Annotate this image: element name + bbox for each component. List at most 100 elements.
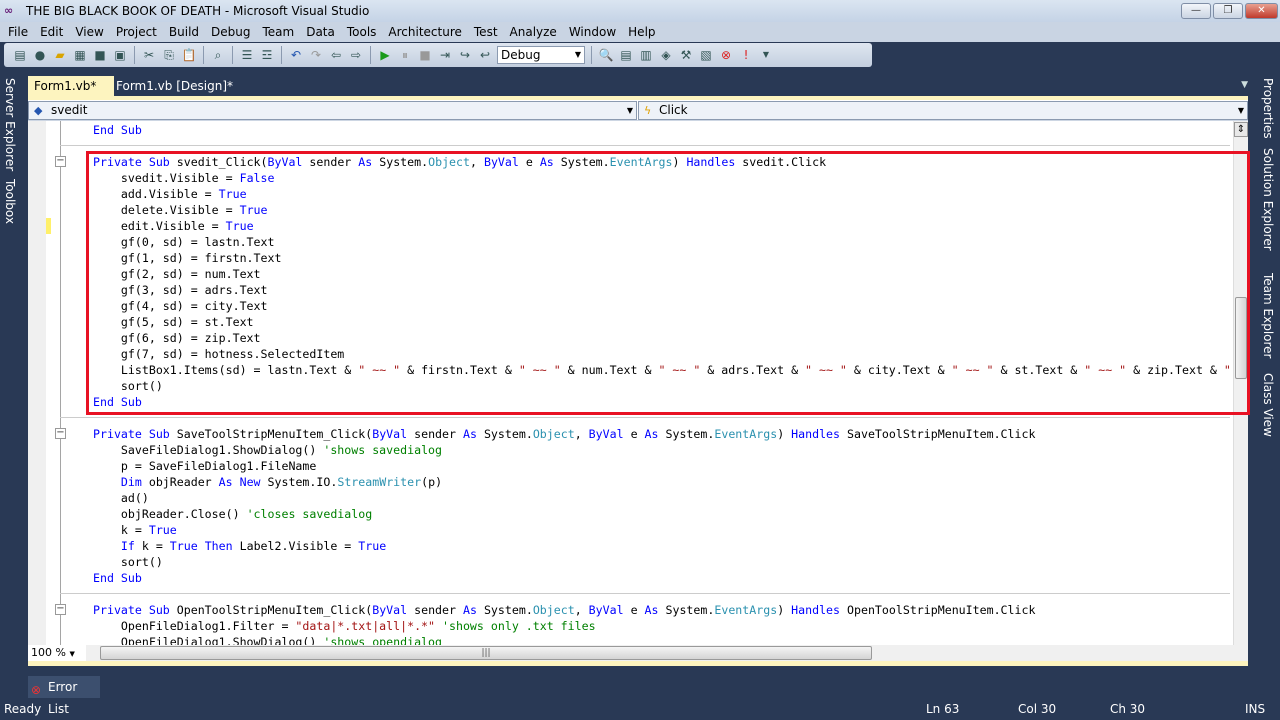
method-name-dropdown[interactable]: ϟ Click ▼ [638, 101, 1248, 120]
separator [203, 46, 204, 64]
menu-analyze[interactable]: Analyze [504, 22, 563, 42]
team-explorer-tab[interactable]: Team Explorer [1258, 269, 1278, 369]
paste-icon[interactable]: 📋 [181, 47, 197, 63]
menu-team[interactable]: Team [256, 22, 300, 42]
menu-edit[interactable]: Edit [34, 22, 69, 42]
method-name-value: Click [659, 103, 688, 117]
tab-form1-code[interactable]: Form1.vb* × [28, 76, 114, 113]
find-icon[interactable]: ⌕ [210, 47, 226, 63]
object-browser-icon[interactable]: ▥ [638, 47, 654, 63]
close-button[interactable]: ✕ [1245, 3, 1278, 19]
step-over-icon[interactable]: ↪ [457, 47, 473, 63]
class-name-value: svedit [51, 103, 88, 117]
horizontal-scroll-thumb[interactable]: ||| [100, 646, 872, 660]
menu-test[interactable]: Test [468, 22, 504, 42]
find-in-files-icon[interactable]: 🔍 [598, 47, 614, 63]
error-list-icon[interactable]: ⊗ [718, 47, 734, 63]
copy-icon[interactable]: ⎘ [161, 47, 177, 63]
code-token: StreamWriter [337, 475, 422, 489]
menu-architecture[interactable]: Architecture [382, 22, 467, 42]
editor-bottom-border [28, 661, 1248, 666]
menu-window[interactable]: Window [563, 22, 622, 42]
new-project-icon[interactable]: ▤ [12, 47, 28, 63]
tab-label: Form1.vb [Design]* [116, 79, 234, 93]
menu-file[interactable]: File [2, 22, 34, 42]
open-file-icon[interactable]: ▰ [52, 47, 68, 63]
toolbox-icon[interactable]: ⚒ [678, 47, 694, 63]
comment-icon[interactable]: ☰ [239, 47, 255, 63]
code-token: If [120, 539, 142, 553]
code-token: sort() [93, 555, 163, 569]
navigate-backward-icon[interactable]: ⇦ [328, 47, 344, 63]
step-out-icon[interactable]: ↩ [477, 47, 493, 63]
code-token: True Then [169, 539, 240, 553]
solution-explorer-tab[interactable]: Solution Explorer [1258, 144, 1278, 269]
horizontal-scrollbar[interactable]: 100 % ▼ ||| [28, 645, 1248, 661]
pause-icon[interactable]: ⏸ [397, 47, 413, 63]
left-dock: Server Explorer Toolbox [0, 74, 22, 254]
zoom-dropdown[interactable]: 100 % ▼ [28, 645, 86, 661]
toolbar-overflow-icon[interactable]: ▼ [758, 47, 774, 63]
save-icon[interactable]: ■ [92, 47, 108, 63]
server-explorer-tab[interactable]: Server Explorer [0, 74, 20, 175]
collapse-toggle-icon[interactable]: − [55, 604, 66, 615]
menu-tools[interactable]: Tools [341, 22, 383, 42]
code-token: As [462, 427, 484, 441]
error-list-tab[interactable]: ⊗ Error List [28, 676, 100, 716]
redo-icon[interactable]: ↷ [308, 47, 324, 63]
separator [281, 46, 282, 64]
solution-configuration-dropdown[interactable]: Debug ▼ [497, 46, 585, 64]
properties-window-icon[interactable]: ▤ [618, 47, 634, 63]
line-number: Ln 63 [926, 702, 960, 716]
save-all-icon[interactable]: ▣ [112, 47, 128, 63]
code-token: p = SaveFileDialog1.FileName [93, 459, 317, 473]
code-token: SaveToolStripMenuItem_Click( [176, 427, 373, 441]
code-token: As New [218, 475, 268, 489]
collapse-toggle-icon[interactable]: − [55, 156, 66, 167]
code-token: System. [665, 427, 715, 441]
properties-tab[interactable]: Properties [1258, 74, 1278, 144]
code-token: SaveFileDialog1.ShowDialog() [93, 443, 324, 457]
uncomment-icon[interactable]: ☲ [259, 47, 275, 63]
solution-explorer-icon[interactable]: ▧ [698, 47, 714, 63]
split-editor-icon[interactable]: ⇕ [1234, 122, 1248, 137]
menu-debug[interactable]: Debug [205, 22, 256, 42]
new-website-icon[interactable]: ● [32, 47, 48, 63]
code-token: e [630, 427, 645, 441]
collapse-toggle-icon[interactable]: − [55, 428, 66, 439]
code-line: k = True [93, 522, 1231, 538]
document-tabs: Form1.vb* × Form1.vb [Design]* ▼ [28, 76, 1248, 113]
restore-button[interactable]: ❐ [1213, 3, 1243, 19]
menu-view[interactable]: View [69, 22, 109, 42]
code-line: Private Sub OpenToolStripMenuItem_Click(… [93, 602, 1231, 618]
class-view-tab[interactable]: Class View [1258, 369, 1278, 441]
menu-project[interactable]: Project [110, 22, 163, 42]
code-token: Object [532, 427, 575, 441]
class-name-dropdown[interactable]: ◆ svedit ▼ [28, 101, 637, 120]
stop-icon[interactable]: ■ [417, 47, 433, 63]
tab-dropdown-icon[interactable]: ▼ [1241, 80, 1248, 90]
code-token: objReader.Close() [93, 507, 247, 521]
class-view-icon[interactable]: ◈ [658, 47, 674, 63]
output-icon[interactable]: ! [738, 47, 754, 63]
code-token: Private Sub [93, 427, 177, 441]
tab-label: Form1.vb* [34, 79, 97, 93]
minimize-button[interactable]: — [1181, 3, 1211, 19]
cut-icon[interactable]: ✂ [141, 47, 157, 63]
tab-form1-design[interactable]: Form1.vb [Design]* [110, 76, 239, 96]
start-debugging-icon[interactable]: ▶ [377, 47, 393, 63]
menu-build[interactable]: Build [163, 22, 205, 42]
add-item-icon[interactable]: ▦ [72, 47, 88, 63]
navigation-bar: ◆ svedit ▼ ϟ Click ▼ [28, 100, 1248, 121]
menu-data[interactable]: Data [300, 22, 341, 42]
code-token: OpenFileDialog1.Filter = [93, 619, 296, 633]
standard-toolbar: ▤ ● ▰ ▦ ■ ▣ ✂ ⎘ 📋 ⌕ ☰ ☲ ↶ ↷ ⇦ ⇨ ▶ ⏸ ■ ⇥ … [4, 43, 872, 67]
code-token: objReader [148, 475, 219, 489]
menu-help[interactable]: Help [622, 22, 661, 42]
code-token: System. [665, 603, 715, 617]
step-into-icon[interactable]: ⇥ [437, 47, 453, 63]
navigate-forward-icon[interactable]: ⇨ [348, 47, 364, 63]
undo-icon[interactable]: ↶ [288, 47, 304, 63]
toolbox-tab[interactable]: Toolbox [0, 175, 20, 228]
